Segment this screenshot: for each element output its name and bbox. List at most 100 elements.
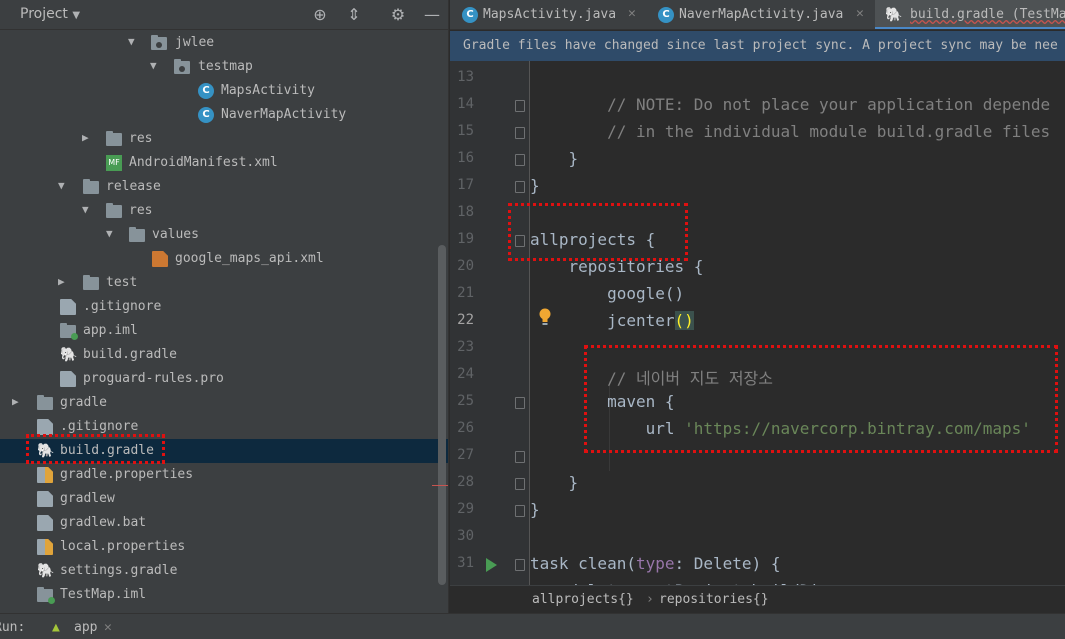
collapse-icon[interactable]: ⇕ xyxy=(344,5,364,25)
tree-item[interactable]: gradlew xyxy=(0,487,448,511)
fold-marker-icon[interactable] xyxy=(515,478,525,490)
tree-item[interactable]: ▶ gradle xyxy=(0,391,448,415)
tree-item[interactable]: ▼ values xyxy=(0,223,448,247)
code-token: } xyxy=(530,176,540,195)
tree-item[interactable]: ▶ res xyxy=(0,127,448,151)
gradle-sync-notice: Gradle files have changed since last pro… xyxy=(450,31,1065,61)
folder-icon xyxy=(106,203,122,218)
class-icon: C xyxy=(198,107,214,123)
line-number: 29 xyxy=(457,501,474,517)
code-area[interactable]: 13 14 // NOTE: Do not place your applicat… xyxy=(450,61,1065,585)
line-number: 28 xyxy=(457,474,474,490)
code-line[interactable]: 23 xyxy=(450,335,1065,362)
code-line[interactable]: 25 maven { xyxy=(450,389,1065,416)
line-number: 27 xyxy=(457,447,474,463)
minimize-icon[interactable]: — xyxy=(422,5,442,25)
line-number: 26 xyxy=(457,420,474,436)
code-line[interactable]: 19 allprojects { xyxy=(450,227,1065,254)
code-line[interactable]: delete rootProject.buildDir xyxy=(450,578,1065,585)
code-line[interactable]: 27 xyxy=(450,443,1065,470)
expand-down-icon[interactable]: ▼ xyxy=(82,203,94,217)
code-line[interactable]: 15 // in the individual module build.gra… xyxy=(450,119,1065,146)
tree-item-label: TestMap.iml xyxy=(60,587,147,602)
tree-item[interactable]: C MapsActivity xyxy=(0,79,448,103)
code-token: } xyxy=(530,473,579,492)
line-number: 15 xyxy=(457,123,474,139)
settings-icon[interactable]: ⚙ xyxy=(388,5,408,25)
close-icon[interactable]: ✕ xyxy=(104,620,112,635)
editor-tab-label: NaverMapActivity.java xyxy=(679,7,844,22)
code-line[interactable]: 17} xyxy=(450,173,1065,200)
ignored-file-icon xyxy=(60,299,76,315)
run-config-tab[interactable]: app xyxy=(74,620,97,635)
tree-item[interactable]: google_maps_api.xml xyxy=(0,247,448,271)
tree-item[interactable]: local.properties xyxy=(0,535,448,559)
tree-item[interactable]: ▼ release xyxy=(0,175,448,199)
expand-right-icon[interactable]: ▶ xyxy=(12,395,24,409)
fold-marker-icon[interactable] xyxy=(515,505,525,517)
fold-marker-icon[interactable] xyxy=(515,127,525,139)
breadcrumb-item-allprojects[interactable]: allprojects{} xyxy=(532,592,634,607)
code-line[interactable]: 13 xyxy=(450,65,1065,92)
close-icon[interactable]: ✕ xyxy=(628,6,636,21)
breadcrumb-item-repositories[interactable]: repositories{} xyxy=(659,592,769,607)
tree-item[interactable]: TestMap.iml xyxy=(0,583,448,607)
tree-item[interactable]: gradle.properties xyxy=(0,463,448,487)
code-line[interactable]: 18 xyxy=(450,200,1065,227)
code-line[interactable]: 29} xyxy=(450,497,1065,524)
tree-item[interactable]: app.iml xyxy=(0,319,448,343)
code-line[interactable]: 16 } xyxy=(450,146,1065,173)
tree-item[interactable]: proguard-rules.pro xyxy=(0,367,448,391)
code-token: maven { xyxy=(530,392,675,411)
expand-right-icon[interactable]: ▶ xyxy=(82,131,94,145)
tree-item[interactable]: ▼ testmap xyxy=(0,55,448,79)
code-line[interactable]: 31 task clean(type: Delete) { xyxy=(450,551,1065,578)
code-line[interactable]: 20 repositories { xyxy=(450,254,1065,281)
code-line[interactable]: 28 } xyxy=(450,470,1065,497)
tree-item[interactable]: C NaverMapActivity xyxy=(0,103,448,127)
project-panel-header: Project ▼ ⊕ ⇕ ⚙ — xyxy=(0,0,448,30)
expand-right-icon[interactable]: ▶ xyxy=(58,275,70,289)
tree-item-label: release xyxy=(106,179,161,194)
tree-item-label: jwlee xyxy=(175,35,215,50)
fold-marker-icon[interactable] xyxy=(515,181,525,193)
tree-item[interactable]: 🐘 settings.gradle xyxy=(0,559,448,583)
code-text: maven { xyxy=(530,392,675,411)
expand-down-icon[interactable]: ▼ xyxy=(128,35,140,49)
tree-item[interactable]: .gitignore xyxy=(0,295,448,319)
project-view-selector[interactable]: Project ▼ xyxy=(20,6,80,22)
code-line[interactable]: 30 xyxy=(450,524,1065,551)
tree-item[interactable]: 🐘 build.gradle xyxy=(0,343,448,367)
fold-marker-icon[interactable] xyxy=(515,100,525,112)
fold-marker-icon[interactable] xyxy=(515,397,525,409)
fold-marker-icon[interactable] xyxy=(515,154,525,166)
editor-tab[interactable]: C NaverMapActivity.java ✕ xyxy=(648,0,874,29)
properties-file-icon xyxy=(37,467,53,483)
expand-down-icon[interactable]: ▼ xyxy=(58,179,70,193)
fold-marker-icon[interactable] xyxy=(515,235,525,247)
code-line[interactable]: 22 jcenter() xyxy=(450,308,1065,335)
fold-marker-icon[interactable] xyxy=(515,559,525,571)
locate-icon[interactable]: ⊕ xyxy=(310,5,330,25)
editor-tab[interactable]: C MapsActivity.java ✕ xyxy=(450,0,647,29)
code-token: repositories { xyxy=(530,257,704,276)
code-line[interactable]: 26 url 'https://navercorp.bintray.com/ma… xyxy=(450,416,1065,443)
close-icon[interactable]: ✕ xyxy=(856,6,864,21)
tree-item[interactable]: gradlew.bat xyxy=(0,511,448,535)
tree-item[interactable]: ▼ jwlee xyxy=(0,31,448,55)
tree-item[interactable]: ▶ test xyxy=(0,271,448,295)
code-line[interactable]: 24 // 네이버 지도 저장소 xyxy=(450,362,1065,389)
tree-item-label: app.iml xyxy=(83,323,138,338)
line-number: 20 xyxy=(457,258,474,274)
expand-down-icon[interactable]: ▼ xyxy=(106,227,118,241)
tree-item[interactable]: ▼ res xyxy=(0,199,448,223)
editor-tab[interactable]: 🐘 build.gradle (TestMa xyxy=(875,0,1065,29)
tree-item[interactable]: MF AndroidManifest.xml xyxy=(0,151,448,175)
code-text: jcenter() xyxy=(530,311,694,330)
fold-marker-icon[interactable] xyxy=(515,451,525,463)
tree-scrollbar[interactable] xyxy=(438,245,446,585)
expand-down-icon[interactable]: ▼ xyxy=(150,59,162,73)
code-token: 'https://navercorp.bintray.com/maps' xyxy=(684,419,1031,438)
code-line[interactable]: 21 google() xyxy=(450,281,1065,308)
code-line[interactable]: 14 // NOTE: Do not place your applicatio… xyxy=(450,92,1065,119)
